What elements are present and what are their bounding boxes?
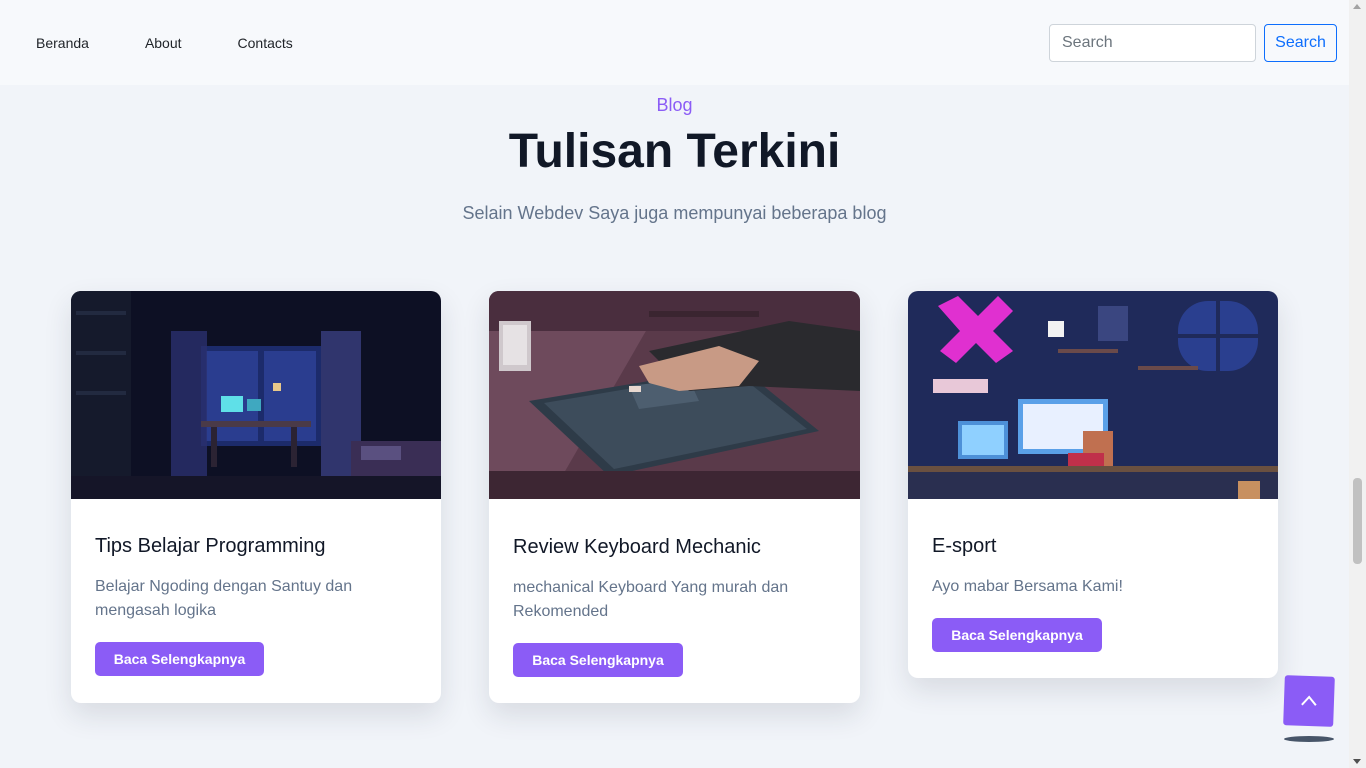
back-to-top-button[interactable] <box>1283 675 1335 727</box>
nav-link-about[interactable]: About <box>145 35 182 51</box>
nav-links: Beranda About Contacts <box>36 35 349 51</box>
card-text: mechanical Keyboard Yang murah dan Rekom… <box>513 579 789 620</box>
card-title: E-sport <box>932 535 997 557</box>
search-button[interactable]: Search <box>1264 24 1337 62</box>
page-scrollbar[interactable] <box>1349 0 1366 768</box>
navbar: Beranda About Contacts Search <box>0 0 1349 85</box>
card-text: Belajar Ngoding dengan Santuy dan mengas… <box>95 578 353 619</box>
page-title: Tulisan Terkini <box>508 125 841 178</box>
read-more-button[interactable]: Baca Selengkapnya <box>513 643 683 677</box>
scroll-down-arrow-icon[interactable] <box>1353 759 1361 764</box>
card-text: Ayo mabar Bersama Kami! <box>932 578 1123 595</box>
card-title: Review Keyboard Mechanic <box>513 536 761 558</box>
back-to-top-shadow <box>1284 736 1334 742</box>
card-image-gaming-room <box>908 291 1278 499</box>
search-form: Search <box>1049 24 1337 62</box>
scroll-up-arrow-icon[interactable] <box>1353 4 1361 9</box>
blog-card-programming: Tips Belajar Programming Belajar Ngoding… <box>71 291 441 703</box>
section-label: Blog <box>656 95 693 115</box>
card-image-night-room <box>71 291 441 499</box>
nav-link-contacts[interactable]: Contacts <box>238 35 293 51</box>
card-title: Tips Belajar Programming <box>95 535 326 557</box>
search-input[interactable] <box>1049 24 1256 62</box>
section-subtitle: Selain Webdev Saya juga mempunyai bebera… <box>462 203 887 223</box>
scroll-thumb[interactable] <box>1353 478 1362 564</box>
blog-card-keyboard: Review Keyboard Mechanic mechanical Keyb… <box>489 291 860 703</box>
blog-card-esport: E-sport Ayo mabar Bersama Kami! Baca Sel… <box>908 291 1278 678</box>
read-more-button[interactable]: Baca Selengkapnya <box>932 618 1102 652</box>
nav-link-beranda[interactable]: Beranda <box>36 35 89 51</box>
chevron-up-icon <box>1301 695 1317 706</box>
read-more-button[interactable]: Baca Selengkapnya <box>95 642 264 676</box>
card-image-keyboard <box>489 291 860 499</box>
